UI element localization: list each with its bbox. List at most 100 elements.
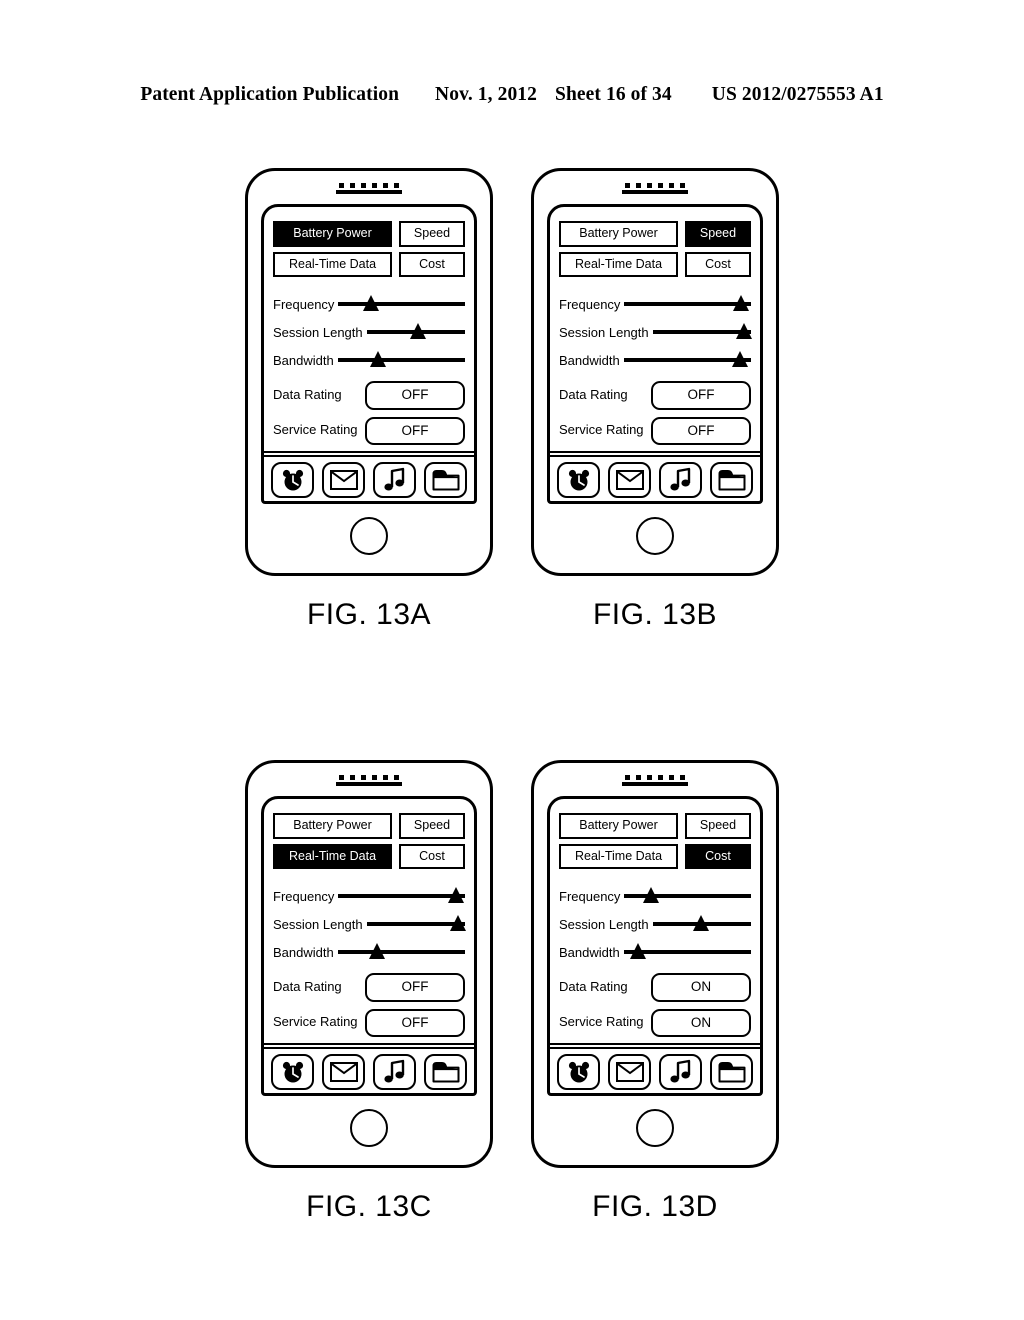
rating-toggle-data[interactable]: OFF <box>651 381 751 410</box>
slider-thumb-frequency[interactable] <box>732 295 749 311</box>
rating-service: Service Rating OFF <box>559 416 751 445</box>
tab-speed[interactable]: Speed <box>399 813 465 839</box>
slider-label-bandwidth: Bandwidth <box>559 352 620 368</box>
music-note-icon[interactable] <box>373 1054 416 1090</box>
slider-thumb-session-length[interactable] <box>736 323 753 339</box>
tab-battery-power[interactable]: Battery Power <box>559 221 678 247</box>
tab-speed[interactable]: Speed <box>685 813 751 839</box>
slider-track-bandwidth[interactable] <box>623 941 751 963</box>
slider-track-frequency[interactable] <box>624 293 751 315</box>
folder-icon[interactable] <box>710 462 753 498</box>
envelope-icon[interactable] <box>322 1054 365 1090</box>
rating-toggle-service[interactable]: OFF <box>365 416 465 445</box>
slider-track-frequency[interactable] <box>338 293 465 315</box>
tab-battery-power[interactable]: Battery Power <box>273 221 392 247</box>
slider-thumb-session-length[interactable] <box>692 915 709 931</box>
slider-bandwidth[interactable]: Bandwidth <box>273 346 465 374</box>
home-button[interactable] <box>350 517 388 555</box>
tab-real-time-data[interactable]: Real-Time Data <box>273 251 392 277</box>
figure-grid: Battery Power Speed Real-Time Data Cost … <box>0 168 1024 1224</box>
envelope-icon[interactable] <box>322 462 365 498</box>
alarm-clock-icon[interactable] <box>557 462 600 498</box>
slider-session-length[interactable]: Session Length <box>273 318 465 346</box>
tab-real-time-data[interactable]: Real-Time Data <box>559 843 678 869</box>
envelope-icon[interactable] <box>608 462 651 498</box>
alarm-clock-icon[interactable] <box>271 462 314 498</box>
slider-label-frequency: Frequency <box>559 888 621 904</box>
folder-icon[interactable] <box>710 1054 753 1090</box>
slider-thumb-session-length[interactable] <box>450 915 467 931</box>
figure-caption: FIG. 13D <box>592 1190 718 1223</box>
slider-thumb-frequency[interactable] <box>643 887 659 903</box>
tab-cost[interactable]: Cost <box>685 843 751 869</box>
slider-label-frequency: Frequency <box>273 888 335 904</box>
tab-battery-power[interactable]: Battery Power <box>273 813 392 839</box>
slider-label-session-length: Session Length <box>559 916 649 932</box>
slider-session-length[interactable]: Session Length <box>559 910 751 938</box>
slider-track-bandwidth[interactable] <box>337 349 465 371</box>
slider-track-session-length[interactable] <box>366 913 467 935</box>
slider-label-bandwidth: Bandwidth <box>559 944 620 960</box>
slider-track-session-length[interactable] <box>652 913 751 935</box>
music-note-icon[interactable] <box>659 1054 702 1090</box>
tab-battery-power[interactable]: Battery Power <box>559 813 678 839</box>
slider-frequency[interactable]: Frequency <box>273 290 465 318</box>
envelope-icon[interactable] <box>608 1054 651 1090</box>
slider-thumb-frequency[interactable] <box>448 887 465 903</box>
slider-track-bandwidth[interactable] <box>623 349 751 371</box>
slider-session-length[interactable]: Session Length <box>559 318 753 346</box>
tab-speed[interactable]: Speed <box>399 221 465 247</box>
slider-bandwidth[interactable]: Bandwidth <box>273 938 465 966</box>
music-note-icon[interactable] <box>659 462 702 498</box>
slider-frequency[interactable]: Frequency <box>273 882 465 910</box>
home-button[interactable] <box>636 1109 674 1147</box>
app-dock <box>550 1049 760 1093</box>
tab-real-time-data[interactable]: Real-Time Data <box>559 251 678 277</box>
tab-real-time-data[interactable]: Real-Time Data <box>273 843 392 869</box>
slider-track-frequency[interactable] <box>624 885 751 907</box>
slider-session-length[interactable]: Session Length <box>273 910 467 938</box>
slider-thumb-bandwidth[interactable] <box>731 351 748 367</box>
folder-icon[interactable] <box>424 462 467 498</box>
tab-cost[interactable]: Cost <box>399 843 465 869</box>
slider-bandwidth[interactable]: Bandwidth <box>559 346 751 374</box>
rating-toggle-service[interactable]: OFF <box>651 416 751 445</box>
figure-caption: FIG. 13A <box>306 598 432 631</box>
speaker-bar <box>336 190 402 194</box>
home-button[interactable] <box>636 517 674 555</box>
rating-toggle-service[interactable]: OFF <box>365 1008 465 1037</box>
music-note-icon[interactable] <box>373 462 416 498</box>
tab-speed[interactable]: Speed <box>685 221 751 247</box>
slider-track-session-length[interactable] <box>366 321 465 343</box>
slider-bandwidth[interactable]: Bandwidth <box>559 938 751 966</box>
phone-screen: Battery Power Speed Real-Time Data Cost … <box>261 796 477 1096</box>
slider-label-frequency: Frequency <box>559 296 621 312</box>
rating-toggle-data[interactable]: ON <box>651 973 751 1002</box>
slider-track-bandwidth[interactable] <box>337 941 465 963</box>
rating-label-data: Data Rating <box>273 978 342 994</box>
slider-frequency[interactable]: Frequency <box>559 882 751 910</box>
alarm-clock-icon[interactable] <box>271 1054 314 1090</box>
slider-thumb-frequency[interactable] <box>363 295 380 311</box>
slider-thumb-bandwidth[interactable] <box>370 351 387 367</box>
slider-track-line <box>338 302 465 306</box>
preference-tab-grid: Battery Power Speed Real-Time Data Cost <box>273 813 465 869</box>
rating-toggle-data[interactable]: OFF <box>365 381 465 410</box>
slider-thumb-session-length[interactable] <box>409 323 426 339</box>
slider-track-session-length[interactable] <box>652 321 753 343</box>
slider-frequency[interactable]: Frequency <box>559 290 751 318</box>
slider-track-frequency[interactable] <box>338 885 465 907</box>
figure-13d: Battery Power Speed Real-Time Data Cost … <box>531 760 779 1224</box>
tab-cost[interactable]: Cost <box>685 251 751 277</box>
alarm-clock-icon[interactable] <box>557 1054 600 1090</box>
tab-cost[interactable]: Cost <box>399 251 465 277</box>
folder-icon[interactable] <box>424 1054 467 1090</box>
rating-data: Data Rating OFF <box>273 381 465 410</box>
rating-toggle-data[interactable]: OFF <box>365 973 465 1002</box>
home-button[interactable] <box>350 1109 388 1147</box>
slider-thumb-bandwidth[interactable] <box>369 943 386 959</box>
phone-mockup: Battery Power Speed Real-Time Data Cost … <box>245 168 493 576</box>
slider-thumb-bandwidth[interactable] <box>629 943 646 959</box>
rating-label-data: Data Rating <box>273 386 342 402</box>
rating-toggle-service[interactable]: ON <box>651 1008 751 1037</box>
